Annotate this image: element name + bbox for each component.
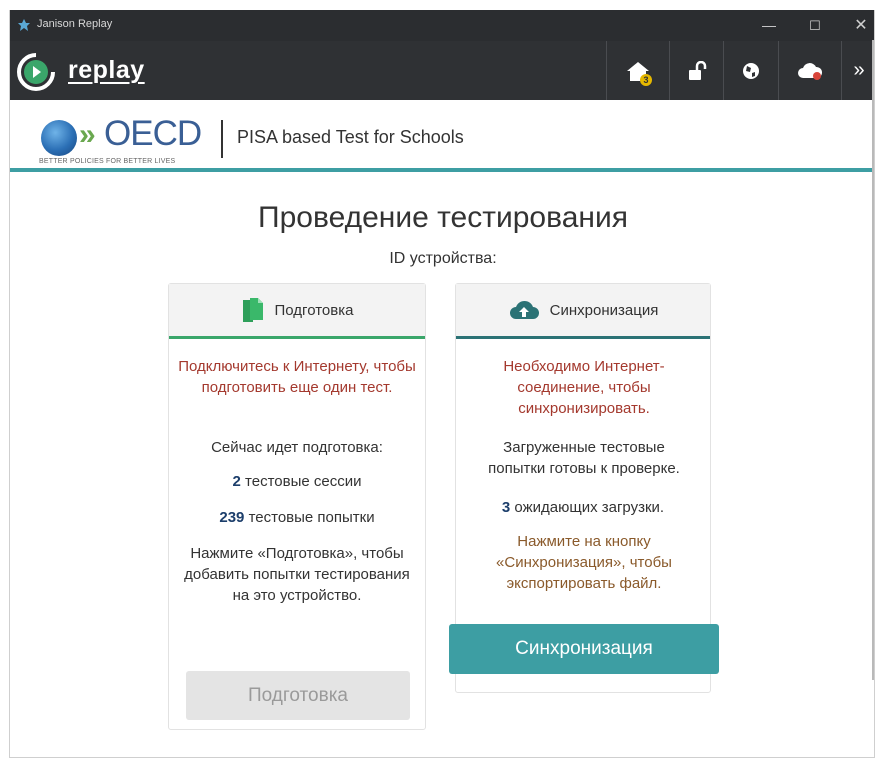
- oecd-logo-text: OECD: [104, 114, 202, 153]
- replay-logo-text[interactable]: replay: [68, 56, 145, 85]
- prep-sessions: 2 тестовые сессии: [169, 471, 425, 492]
- window-title: Janison Replay: [37, 18, 113, 30]
- replay-logo-icon: [17, 53, 55, 91]
- app-icon: [18, 19, 30, 31]
- chevron-double-right-icon: »: [853, 59, 865, 81]
- sync-hint: Нажмите на кнопку «Синхронизация», чтобы…: [496, 533, 672, 592]
- cloud-offline-icon: [798, 62, 823, 80]
- prep-attempts-count: 239: [219, 509, 245, 526]
- cloud-upload-icon: [509, 300, 539, 319]
- product-name: PISA based Test for Schools: [237, 127, 464, 147]
- sync-pending-count: 3: [501, 499, 511, 516]
- sync-button[interactable]: Синхронизация: [449, 624, 719, 674]
- prep-document-icon: [242, 298, 263, 322]
- sync-card-header: Синхронизация: [456, 284, 710, 339]
- globe-icon: [743, 62, 759, 79]
- more-button[interactable]: »: [841, 41, 874, 100]
- sync-card-title: Синхронизация: [549, 301, 659, 319]
- app-toolbar: replay 3 »: [10, 41, 874, 100]
- sync-pending: 3 ожидающих загрузки.: [456, 497, 710, 518]
- sync-status: Загруженные тестовые попытки готовы к пр…: [488, 439, 680, 477]
- minimize-button[interactable]: —: [746, 10, 792, 41]
- oecd-tagline: BETTER POLICIES FOR BETTER LIVES: [39, 158, 176, 165]
- title-bar: Janison Replay — ☐ ✕: [10, 10, 874, 41]
- sync-pending-label: ожидающих загрузки.: [514, 499, 665, 516]
- lock-button[interactable]: [669, 41, 723, 100]
- prep-button[interactable]: Подготовка: [186, 671, 410, 720]
- prep-card-title: Подготовка: [274, 301, 354, 319]
- oecd-globe-icon: [41, 120, 77, 156]
- close-button[interactable]: ✕: [838, 10, 874, 41]
- app-window: Janison Replay — ☐ ✕ replay 3 » » OECD B…: [9, 10, 875, 758]
- sync-warning: Необходимо Интернет-соединение, чтобы си…: [503, 358, 665, 417]
- prep-card-header: Подготовка: [169, 284, 425, 339]
- prep-attempts: 239 тестовые попытки: [169, 507, 425, 528]
- unlock-icon: [688, 60, 706, 80]
- page-title: Проведение тестирования: [258, 201, 628, 234]
- home-badge: 3: [640, 74, 652, 86]
- maximize-button[interactable]: ☐: [792, 10, 838, 41]
- globe-button[interactable]: [723, 41, 778, 100]
- prep-hint: Нажмите «Подготовка», чтобы добавить поп…: [184, 545, 410, 604]
- device-id-label: ID устройства:: [389, 250, 497, 267]
- prep-card: Подготовка Подключитесь к Интернету, что…: [168, 283, 426, 730]
- prep-sessions-count: 2: [232, 473, 241, 490]
- prep-attempts-label: тестовые попытки: [248, 509, 375, 526]
- home-button[interactable]: 3: [606, 41, 669, 100]
- page-header: » OECD BETTER POLICIES FOR BETTER LIVES …: [10, 100, 874, 172]
- prep-sessions-label: тестовые сессии: [245, 473, 362, 490]
- header-divider: [221, 120, 223, 158]
- prep-status-label: Сейчас идет подготовка:: [211, 439, 383, 456]
- oecd-arrows-icon: »: [79, 118, 96, 151]
- prep-warning: Подключитесь к Интернету, чтобы подготов…: [178, 358, 416, 396]
- sync-status-button[interactable]: [778, 41, 841, 100]
